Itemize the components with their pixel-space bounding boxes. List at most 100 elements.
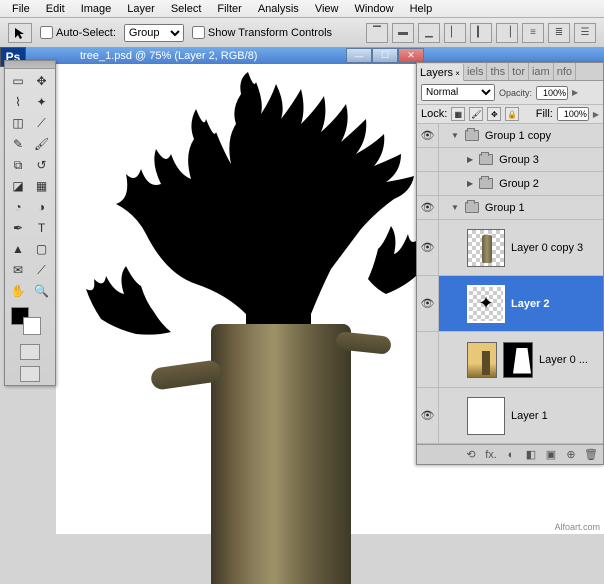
notes-tool-icon[interactable]: ✉ — [7, 260, 29, 280]
visibility-eye-icon[interactable]: 👁 — [421, 297, 435, 310]
lock-image-icon[interactable]: 🖌 — [469, 107, 483, 121]
magic-wand-tool-icon[interactable]: ✦ — [31, 92, 53, 112]
tab-info[interactable]: nfo — [554, 63, 576, 80]
show-transform-input[interactable] — [192, 26, 205, 39]
auto-select-mode[interactable]: Group — [124, 24, 184, 42]
align-hcenter-icon[interactable]: ▎ — [470, 23, 492, 43]
move-tool-icon[interactable]: ✥ — [31, 71, 53, 91]
auto-select-checkbox[interactable]: Auto-Select: — [40, 26, 116, 39]
menu-filter[interactable]: Filter — [209, 1, 249, 17]
menu-file[interactable]: File — [4, 1, 38, 17]
eraser-tool-icon[interactable]: ◪ — [7, 176, 29, 196]
lock-transparency-icon[interactable]: ▦ — [451, 107, 465, 121]
menu-analysis[interactable]: Analysis — [250, 1, 307, 17]
shape-tool-icon[interactable]: ▢ — [31, 239, 53, 259]
tab-channels[interactable]: iels — [464, 63, 488, 80]
main-area: ▭ ✥ ⌇ ✦ ◫ ⟋ ✎ 🖌 ⧉ ↺ ◪ ▦ ◔ ◑ ✒ T ▲ ▢ ✉ ⟋ … — [0, 64, 604, 534]
expand-arrow-icon[interactable]: ▶ — [467, 179, 473, 188]
layer-group-1-copy[interactable]: 👁 ▼Group 1 copy — [417, 124, 603, 148]
layer-fx-icon[interactable]: fx. — [483, 449, 499, 461]
auto-select-input[interactable] — [40, 26, 53, 39]
distribute-bottom-icon[interactable]: ☰ — [574, 23, 596, 43]
quick-mask-toggle[interactable] — [5, 341, 55, 363]
tab-paths[interactable]: ths — [487, 63, 509, 80]
layer-group-3[interactable]: ▶Group 3 — [417, 148, 603, 172]
type-tool-icon[interactable]: T — [31, 218, 53, 238]
toolbox-grip[interactable] — [5, 61, 55, 69]
layer-0-copy-3[interactable]: 👁 Layer 0 copy 3 — [417, 220, 603, 276]
hand-tool-icon[interactable]: ✋ — [7, 281, 29, 301]
layer-name: Layer 2 — [511, 298, 550, 310]
layer-thumbnail[interactable] — [467, 342, 497, 378]
align-bottom-icon[interactable]: ▁ — [418, 23, 440, 43]
blend-mode-select[interactable]: Normal — [421, 84, 495, 101]
opacity-label: Opacity: — [499, 88, 532, 98]
path-select-tool-icon[interactable]: ▲ — [7, 239, 29, 259]
link-layers-icon[interactable]: ⟲ — [463, 448, 479, 461]
crop-tool-icon[interactable]: ◫ — [7, 113, 29, 133]
layer-thumbnail[interactable] — [467, 397, 505, 435]
layer-group-1[interactable]: 👁 ▼Group 1 — [417, 196, 603, 220]
tab-history[interactable]: tor — [509, 63, 529, 80]
slice-tool-icon[interactable]: ⟋ — [31, 113, 53, 133]
healing-brush-tool-icon[interactable]: ✎ — [7, 134, 29, 154]
collapse-arrow-icon[interactable]: ▼ — [451, 203, 459, 212]
blur-tool-icon[interactable]: ◔ — [7, 197, 29, 217]
new-layer-icon[interactable]: ⊕ — [563, 448, 579, 461]
lock-position-icon[interactable]: ✥ — [487, 107, 501, 121]
layer-lock-row: Lock: ▦ 🖌 ✥ 🔒 Fill: ▶ — [417, 105, 603, 124]
adjustment-layer-icon[interactable]: ◧ — [523, 448, 539, 461]
history-brush-tool-icon[interactable]: ↺ — [31, 155, 53, 175]
menu-help[interactable]: Help — [402, 1, 441, 17]
visibility-eye-icon[interactable]: 👁 — [421, 409, 435, 422]
menu-image[interactable]: Image — [73, 1, 120, 17]
visibility-eye-icon[interactable]: 👁 — [421, 241, 435, 254]
menu-layer[interactable]: Layer — [119, 1, 163, 17]
visibility-eye-icon[interactable]: 👁 — [421, 201, 435, 214]
tab-layers[interactable]: Layers — [417, 64, 464, 81]
background-color-swatch[interactable] — [23, 317, 41, 335]
move-tool-indicator[interactable] — [8, 23, 32, 43]
align-vcenter-icon[interactable]: ▬ — [392, 23, 414, 43]
visibility-eye-icon[interactable]: 👁 — [421, 129, 435, 142]
opacity-flyout-icon[interactable]: ▶ — [572, 88, 578, 97]
layer-mask-thumbnail[interactable] — [503, 342, 533, 378]
layer-group-2[interactable]: ▶Group 2 — [417, 172, 603, 196]
menu-select[interactable]: Select — [163, 1, 210, 17]
color-swatches[interactable] — [5, 303, 55, 341]
distribute-vcenter-icon[interactable]: ≣ — [548, 23, 570, 43]
zoom-tool-icon[interactable]: 🔍 — [31, 281, 53, 301]
layer-group-icon[interactable]: ▣ — [543, 448, 559, 461]
tab-histogram[interactable]: iam — [529, 63, 554, 80]
lasso-tool-icon[interactable]: ⌇ — [7, 92, 29, 112]
screen-mode-toggle[interactable] — [5, 363, 55, 385]
layer-2-selected[interactable]: 👁 Layer 2 — [417, 276, 603, 332]
gradient-tool-icon[interactable]: ▦ — [31, 176, 53, 196]
delete-layer-icon[interactable]: 🗑 — [583, 448, 599, 461]
distribute-top-icon[interactable]: ≡ — [522, 23, 544, 43]
clone-stamp-tool-icon[interactable]: ⧉ — [7, 155, 29, 175]
fill-input[interactable] — [557, 107, 589, 121]
menu-view[interactable]: View — [307, 1, 347, 17]
lock-all-icon[interactable]: 🔒 — [505, 107, 519, 121]
expand-arrow-icon[interactable]: ▶ — [467, 155, 473, 164]
menu-edit[interactable]: Edit — [38, 1, 73, 17]
pen-tool-icon[interactable]: ✒ — [7, 218, 29, 238]
align-right-icon[interactable]: ▕ — [496, 23, 518, 43]
dodge-tool-icon[interactable]: ◑ — [31, 197, 53, 217]
fill-flyout-icon[interactable]: ▶ — [593, 110, 599, 119]
layer-0[interactable]: Layer 0 ... — [417, 332, 603, 388]
align-left-icon[interactable]: ▏ — [444, 23, 466, 43]
opacity-input[interactable] — [536, 86, 568, 100]
brush-tool-icon[interactable]: 🖌 — [31, 134, 53, 154]
layer-thumbnail[interactable] — [467, 285, 505, 323]
show-transform-checkbox[interactable]: Show Transform Controls — [192, 26, 332, 39]
rect-marquee-tool-icon[interactable]: ▭ — [7, 71, 29, 91]
layer-1[interactable]: 👁 Layer 1 — [417, 388, 603, 444]
eyedropper-tool-icon[interactable]: ⟋ — [31, 260, 53, 280]
collapse-arrow-icon[interactable]: ▼ — [451, 131, 459, 140]
layer-mask-icon[interactable]: ◐ — [503, 449, 519, 461]
align-top-icon[interactable]: ▔ — [366, 23, 388, 43]
menu-window[interactable]: Window — [346, 1, 401, 17]
layer-thumbnail[interactable] — [467, 229, 505, 267]
